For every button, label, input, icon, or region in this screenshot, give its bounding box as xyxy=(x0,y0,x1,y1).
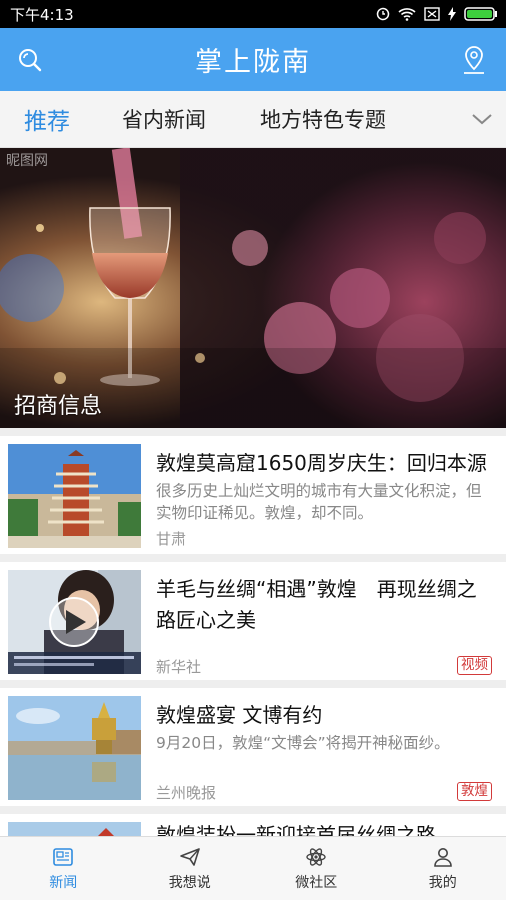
news-item[interactable]: 羊毛与丝绸“相遇”敦煌 再现丝绸之路匠心之美 新华社 视频 xyxy=(0,562,506,680)
tab-province-news[interactable]: 省内新闻 xyxy=(122,104,206,134)
news-title[interactable]: 敦煌盛宴 文博有约 xyxy=(156,700,494,731)
nav-news-label: 新闻 xyxy=(49,874,78,891)
news-title[interactable]: 敦煌莫高窟1650周岁庆生：回归本源 xyxy=(156,448,494,479)
banner-caption: 招商信息 xyxy=(14,394,103,419)
person-icon xyxy=(433,847,452,867)
bottom-navigation: 新闻 我想说 微社区 我的 xyxy=(0,836,506,900)
news-summary: 很多历史上灿烂文明的城市有大量文化积淀，但实物印证稀见。敦煌，却不同。 xyxy=(156,482,482,522)
video-tag-badge: 视频 xyxy=(457,656,492,675)
news-source: 新华社 xyxy=(156,658,202,676)
news-thumbnail xyxy=(8,822,141,836)
banner-image xyxy=(0,148,506,428)
nav-profile-label: 我的 xyxy=(428,874,457,891)
nav-say[interactable]: 我想说 xyxy=(127,837,254,900)
nav-community-label: 微社区 xyxy=(295,874,338,891)
chevron-down-icon[interactable] xyxy=(470,107,494,131)
news-source: 甘肃 xyxy=(156,530,187,548)
location-pin-icon[interactable] xyxy=(462,45,486,75)
tab-recommended[interactable]: 推荐 xyxy=(24,102,70,136)
nav-news[interactable]: 新闻 xyxy=(0,837,127,900)
news-summary: 9月20日，敦煌“文博会”将揭开神秘面纱。 xyxy=(156,734,450,752)
nav-community[interactable]: 微社区 xyxy=(253,837,380,900)
banner-carousel[interactable]: 昵图网 招商信息 xyxy=(0,148,506,428)
alarm-icon xyxy=(376,7,390,21)
news-item[interactable]: 敦煌盛宴 文博有约 9月20日，敦煌“文博会”将揭开神秘面纱。 兰州晚报 敦煌 xyxy=(0,688,506,806)
news-title[interactable]: 羊毛与丝绸“相遇”敦煌 再现丝绸之路匠心之美 xyxy=(156,574,494,636)
charging-icon xyxy=(448,7,456,21)
news-thumbnail xyxy=(8,444,141,548)
nav-profile[interactable]: 我的 xyxy=(380,837,506,900)
battery-icon xyxy=(464,7,497,21)
search-icon[interactable] xyxy=(16,46,44,74)
news-thumbnail xyxy=(8,570,141,674)
news-icon xyxy=(53,847,74,866)
news-item[interactable]: 敦煌莫高窟1650周岁庆生：回归本源 很多历史上灿烂文明的城市有大量文化积淀，但… xyxy=(0,436,506,554)
app-title: 掌上陇南 xyxy=(195,47,311,78)
news-thumbnail xyxy=(8,696,141,800)
news-source: 兰州晚报 xyxy=(156,784,217,802)
category-tabs: 推荐 省内新闻 地方特色专题 xyxy=(0,91,506,148)
status-bar: 下午4:13 xyxy=(0,0,506,28)
status-time: 下午4:13 xyxy=(10,5,74,24)
sim-icon xyxy=(424,7,440,21)
wifi-icon xyxy=(398,8,416,21)
atom-icon xyxy=(306,847,326,866)
nav-say-label: 我想说 xyxy=(168,874,211,891)
news-title[interactable]: 敦煌装扮一新迎接首届丝绸之路 xyxy=(156,820,494,836)
topic-tag-badge: 敦煌 xyxy=(457,782,492,801)
status-icons xyxy=(376,7,498,21)
app-header: 掌上陇南 xyxy=(0,28,506,91)
watermark: 昵图网 xyxy=(6,153,48,169)
news-item[interactable]: 敦煌装扮一新迎接首届丝绸之路 xyxy=(0,814,506,836)
paper-plane-icon xyxy=(179,847,200,866)
tab-local-features[interactable]: 地方特色专题 xyxy=(260,104,386,134)
